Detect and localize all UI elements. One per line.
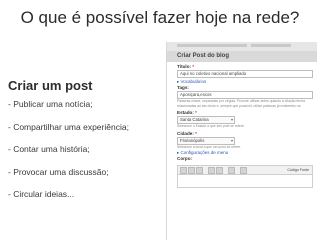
state-help-text: Selecione o Estado a que seu post se ref… <box>177 124 245 128</box>
body-editor[interactable] <box>177 175 313 188</box>
state-label-text: Estado: <box>177 110 194 115</box>
slide-title: O que é possível fazer hoje na rede? <box>20 8 300 27</box>
bullet-item: - Contar uma história; <box>8 144 90 154</box>
breadcrumb <box>177 44 247 47</box>
city-select[interactable]: Florianópolis ▾ <box>177 136 235 145</box>
title-input[interactable]: Aqui no coletivo nacional ampliado <box>177 70 313 78</box>
bullet-item: - Compartilhar uma experiência; <box>8 121 129 132</box>
page-title: Criar Post do blog <box>167 51 317 62</box>
required-mark: * <box>192 64 195 69</box>
city-label-text: Cidade: <box>177 130 194 136</box>
bold-icon[interactable] <box>180 167 187 174</box>
required-mark: * <box>195 130 197 136</box>
city-select-value: Florianópolis <box>180 137 205 143</box>
site-header <box>167 42 317 51</box>
media-icon[interactable] <box>240 167 247 174</box>
list-icon[interactable] <box>208 167 215 174</box>
bullet-item: - Publicar uma notícia; <box>8 99 93 109</box>
tags-help-text: Palavras-chave, separadas por vírgula. P… <box>177 99 305 103</box>
post-form: Título: * Aqui no coletivo nacional ampl… <box>177 64 313 188</box>
embedded-form-screenshot: Criar Post do blog Título: * Aqui no col… <box>166 42 317 240</box>
italic-icon[interactable] <box>188 167 195 174</box>
section-heading: Criar um post <box>8 78 93 93</box>
source-code-button[interactable]: Código Fonte <box>287 167 309 173</box>
breadcrumb-secondary <box>251 44 291 47</box>
body-label: Corpo: <box>177 156 193 161</box>
tags-help-text: relacionadas ao seu texto e, sempre que … <box>177 103 301 108</box>
menu-settings-link[interactable]: ▸ Configurações de menu <box>177 149 313 156</box>
bullet-list: Criar um post - Publicar uma notícia; - … <box>8 78 146 212</box>
state-select-value: Santa Catarina <box>180 117 209 122</box>
bullet-item: - Circular ideias... <box>8 189 75 199</box>
tags-input[interactable]: Aposiçara,escos <box>177 91 313 99</box>
title-label-text: Título: <box>177 64 192 69</box>
state-select[interactable]: Santa Catarina ▾ <box>177 116 235 124</box>
link-icon[interactable] <box>216 167 223 174</box>
bullet-item: - Provocar uma discussão; <box>8 166 109 177</box>
vocabularies-link[interactable]: ▸ Vocabulários <box>177 78 313 85</box>
chevron-down-icon: ▾ <box>230 137 233 143</box>
editor-toolbar: Código Fonte <box>177 165 313 175</box>
required-mark: * <box>195 110 197 115</box>
chevron-down-icon: ▾ <box>230 117 233 122</box>
image-icon[interactable] <box>228 167 235 174</box>
underline-icon[interactable] <box>196 167 203 174</box>
